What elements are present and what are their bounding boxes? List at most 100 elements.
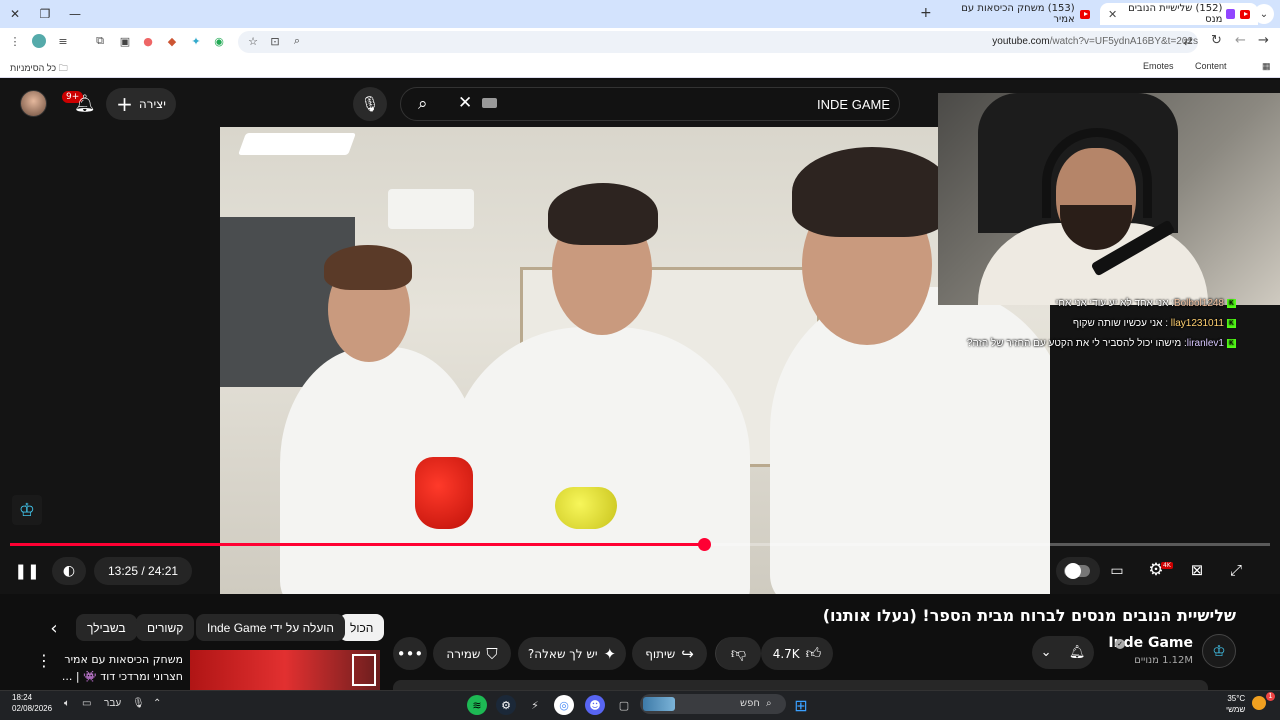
bookmark-emotes[interactable]: Emotes [1143, 61, 1174, 71]
chat-line: Kliranlev1: מישהו יכול להסביר לי את הקטע… [967, 338, 1236, 349]
volume-icon[interactable]: ◐ [58, 560, 80, 582]
chip-uploaded-by[interactable]: הועלה על ידי Inde Game [196, 614, 346, 641]
all-bookmarks-label: כל הסימניות [10, 63, 57, 73]
tab-search-icon[interactable]: ⌄ [1254, 4, 1274, 24]
youtube-favicon-icon [1079, 9, 1090, 19]
create-button[interactable]: יצירה + [106, 88, 176, 120]
weather-temp: 35°C [1227, 694, 1246, 703]
steam-icon[interactable]: ⚙ [496, 695, 516, 715]
url-text[interactable]: youtube.com/watch?v=UF5ydnA16BY&t=202s [992, 36, 1198, 47]
clear-search-icon[interactable]: ✕ [458, 93, 472, 113]
browser-menu-icon[interactable]: ⋮ [8, 34, 22, 48]
autoplay-toggle[interactable] [1064, 563, 1090, 579]
back-icon[interactable]: → [1258, 33, 1269, 48]
fullscreen-icon[interactable]: ⤢ [1225, 559, 1247, 581]
description-box[interactable] [393, 680, 1208, 690]
person-middle-hair [548, 183, 658, 245]
chip-related[interactable]: קשורים [136, 614, 195, 641]
app-icon[interactable]: ⚡︎ [525, 695, 545, 715]
tab-youtube-current[interactable]: (152) שלישיית הנובים מנס ✕ [1100, 3, 1258, 25]
keyboard-icon[interactable] [482, 98, 497, 108]
share-button[interactable]: ↪ שיתוף [632, 637, 707, 670]
spotify-icon[interactable]: ≋ [467, 695, 487, 715]
network-icon[interactable]: ▭ [82, 698, 91, 709]
install-app-icon[interactable]: ⊡ [268, 34, 282, 48]
chat-message: מישהו יכול להסביר לי את הקטע עם החזיר של… [966, 338, 1182, 349]
reload-icon[interactable]: ↻ [1211, 33, 1222, 48]
extension-icon[interactable]: ◉ [212, 34, 226, 48]
weather-widget[interactable]: 35°C שמשי [1226, 693, 1245, 715]
clock-time: 18:24 [12, 693, 33, 702]
clock-date: 02/08/2026 [12, 704, 53, 713]
windows-start-icon[interactable]: ⊞ [791, 695, 811, 715]
window-restore-icon[interactable]: ❐ [30, 0, 60, 28]
extension-icon[interactable]: ◆ [165, 34, 179, 48]
bell-icon[interactable]: 🔔︎ [74, 94, 96, 114]
window-minimize-icon[interactable]: — [60, 0, 90, 28]
save-button[interactable]: ⛉ שמירה [433, 637, 511, 670]
chip-all[interactable]: הכול [339, 614, 385, 641]
tab-close-icon[interactable]: ✕ [1108, 8, 1117, 21]
pause-icon[interactable]: ❚❚ [14, 559, 40, 583]
ask-button[interactable]: ✦ יש לך שאלה? [518, 637, 626, 670]
chrome-icon[interactable]: ◎ [554, 695, 574, 715]
ceiling-light [237, 133, 357, 155]
more-icon: ••• [396, 644, 424, 663]
chat-user: Bolbol1248 [1173, 298, 1224, 309]
more-vert-icon[interactable]: ⋮ [36, 651, 52, 670]
tab-youtube-other[interactable]: (153) משחק הכיסאות עם אמיר [948, 3, 1098, 25]
like-icon: 👍︎ [805, 644, 822, 662]
search-input[interactable] [505, 88, 890, 120]
ask-label: יש לך שאלה? [527, 646, 598, 661]
forward-icon[interactable]: ← [1235, 33, 1246, 48]
speaker-icon[interactable]: 🔈︎ [64, 698, 70, 709]
person-middle [450, 327, 750, 594]
bell-icon: 🔔︎ [1068, 645, 1086, 660]
new-tab-icon[interactable]: + [920, 5, 932, 21]
site-settings-icon[interactable]: ⇄ [1181, 34, 1195, 48]
channel-avatar[interactable]: ♔ [1202, 634, 1236, 668]
chip-for-you[interactable]: בשבילך [76, 614, 137, 641]
search-icon[interactable]: ⌕ [418, 94, 428, 114]
video-frame [220, 127, 1050, 594]
related-video-title[interactable]: משחק הכיסאות עם אמיר חצרוני ומרדכי דוד 👾… [53, 651, 183, 685]
extension-icon[interactable]: ≡ [56, 34, 70, 48]
task-view-icon[interactable]: ▢ [614, 695, 634, 715]
tab-title: (153) משחק הכיסאות עם אמיר [961, 3, 1075, 25]
apps-grid-icon[interactable]: ▦ [1262, 61, 1271, 72]
share-label: שיתוף [645, 646, 676, 661]
person-left-hair [324, 245, 412, 290]
youtube-favicon-icon [1239, 9, 1250, 19]
chevron-left-icon[interactable]: ‹ [40, 614, 68, 642]
extensions-puzzle-icon[interactable]: ⧉ [93, 34, 107, 48]
subtitles-icon[interactable]: ▭ [1106, 560, 1128, 582]
bookmark-content[interactable]: Content [1195, 61, 1227, 71]
like-button[interactable]: 👍︎ 4.7K [761, 637, 833, 670]
all-bookmarks[interactable]: כל הסימניות 🗀 [10, 61, 68, 77]
progress-bar[interactable] [10, 538, 1270, 551]
window-close-icon[interactable]: ✕ [0, 0, 30, 28]
search-highlight-image [643, 697, 675, 711]
discord-icon[interactable]: ☻ [585, 695, 605, 715]
person-right [770, 287, 1050, 594]
account-avatar[interactable] [20, 90, 47, 117]
theater-mode-icon[interactable]: ⊠ [1185, 559, 1209, 581]
mic-icon[interactable]: 🎙︎ [353, 87, 387, 121]
video-player[interactable]: KBolbol1248: אני אחד לא יע עודי אני אחי … [0, 80, 1280, 594]
input-language[interactable]: עבר [104, 698, 121, 709]
profile-icon[interactable] [32, 34, 46, 48]
subscribed-button[interactable]: ⌄ 🔔︎ [1032, 636, 1094, 669]
mic-icon[interactable]: 🎙︎ [132, 698, 145, 709]
more-actions-button[interactable]: ••• [393, 637, 427, 670]
related-video-thumbnail[interactable] [190, 650, 380, 690]
extension-icon[interactable]: ● [141, 34, 155, 48]
zoom-icon[interactable]: ⌕ [290, 34, 304, 48]
bookmark-star-icon[interactable]: ☆ [246, 34, 260, 48]
progress-played [10, 543, 705, 546]
dislike-button[interactable]: 👎︎ [715, 637, 761, 670]
chevron-up-icon[interactable]: ⌃ [153, 698, 161, 709]
taskbar-clock[interactable]: 18:24 02/08/2026 [12, 692, 52, 714]
extension-icon[interactable]: ▣ [118, 34, 132, 48]
extension-icon[interactable]: ✦ [189, 34, 203, 48]
channel-watermark-icon[interactable]: ♔ [12, 495, 42, 525]
